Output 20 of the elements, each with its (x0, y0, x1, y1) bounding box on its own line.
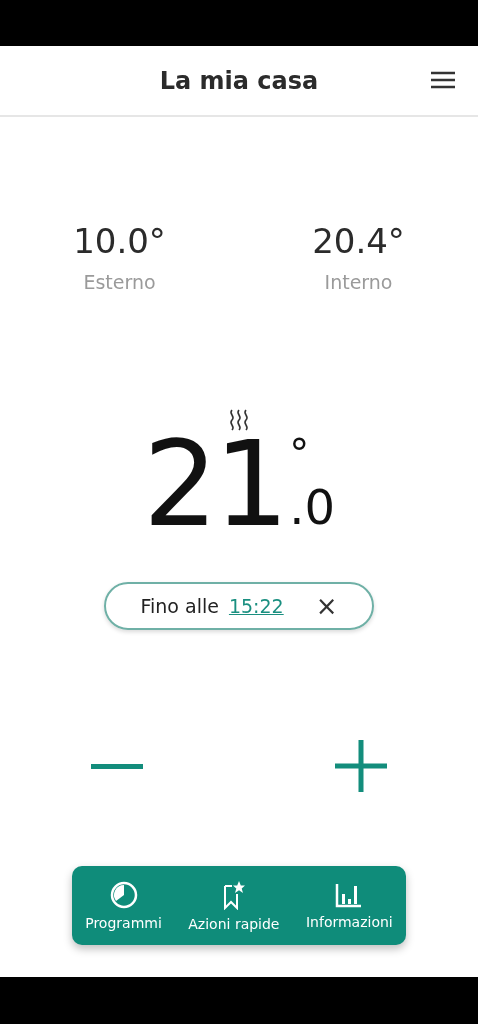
nav-item[interactable]: Azioni rapide (188, 879, 280, 932)
clock-icon (109, 880, 138, 909)
page-title: La mia casa (159, 66, 319, 95)
bookmark-star-icon (221, 879, 246, 910)
nav-item[interactable]: Programmi (85, 880, 162, 931)
temperature-label: Interno (324, 271, 393, 293)
nav-item[interactable]: Informazioni (305, 881, 393, 930)
until-label: Fino alle (140, 595, 219, 617)
increase-button[interactable] (333, 738, 389, 794)
temperature-value: 20.4° (312, 221, 405, 261)
bar-chart-icon (335, 881, 364, 908)
end-time-link[interactable]: 15:22 (228, 595, 284, 617)
minus-icon (91, 763, 143, 769)
temperature-value: 10.0° (73, 221, 166, 261)
setpoint-temperature: 21 (143, 434, 286, 534)
temperature-label: Esterno (83, 271, 156, 293)
degree-sign: ° (289, 434, 311, 474)
setpoint-decimal: .0 (289, 482, 335, 532)
menu-button[interactable] (430, 70, 456, 90)
close-button[interactable]: × (315, 591, 338, 621)
